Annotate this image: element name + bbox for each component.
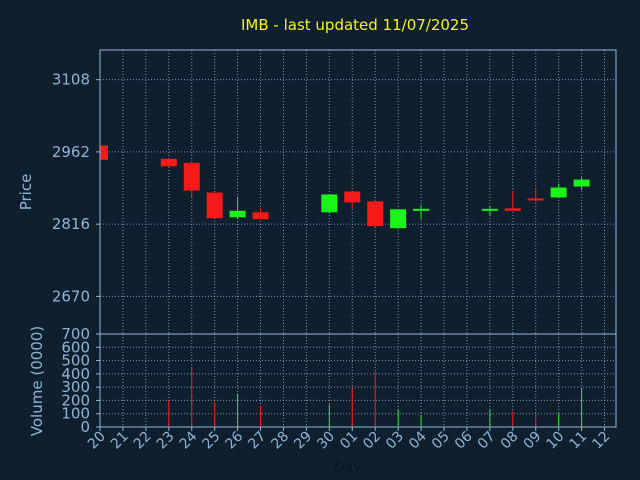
candle xyxy=(206,192,223,219)
candle xyxy=(390,209,407,230)
volume-tick-label: 700 xyxy=(61,325,90,343)
candle-body xyxy=(229,210,246,218)
candle-body xyxy=(321,194,338,213)
candle-body xyxy=(160,158,177,167)
candle-body xyxy=(527,198,544,201)
candle-body xyxy=(206,192,223,219)
candle-body xyxy=(413,208,430,211)
price-tick-label: 3108 xyxy=(52,71,90,89)
candle-body xyxy=(504,208,521,211)
price-tick-label: 2816 xyxy=(52,215,90,233)
candle-body xyxy=(550,187,567,198)
candle xyxy=(160,157,177,167)
candle-body xyxy=(344,191,361,203)
candle xyxy=(367,199,384,228)
candle-body xyxy=(100,145,108,160)
price-tick-label: 2962 xyxy=(52,143,90,161)
candle-body xyxy=(367,201,384,227)
candle xyxy=(99,145,108,160)
price-axis-label: Price xyxy=(17,174,35,211)
candle-body xyxy=(573,179,590,187)
candle-body xyxy=(252,212,269,220)
chart-background xyxy=(0,0,640,480)
x-axis-label: Day xyxy=(334,460,362,476)
candle-body xyxy=(481,208,498,211)
candle xyxy=(321,194,338,214)
price-tick-label: 2670 xyxy=(52,287,90,305)
volume-axis-label: Volume (0000) xyxy=(28,326,46,436)
candle-body xyxy=(183,162,200,191)
candle-body xyxy=(390,209,407,229)
chart-title: IMB - last updated 11/07/2025 xyxy=(241,16,469,34)
candlestick-chart: IMB - last updated 11/07/2025 2670 2816 29… xyxy=(0,0,640,480)
x-axis: 20 21 22 23 24 25 26 27 28 29 30 01 02 03 04 05 06 07 08 09… xyxy=(85,427,613,452)
